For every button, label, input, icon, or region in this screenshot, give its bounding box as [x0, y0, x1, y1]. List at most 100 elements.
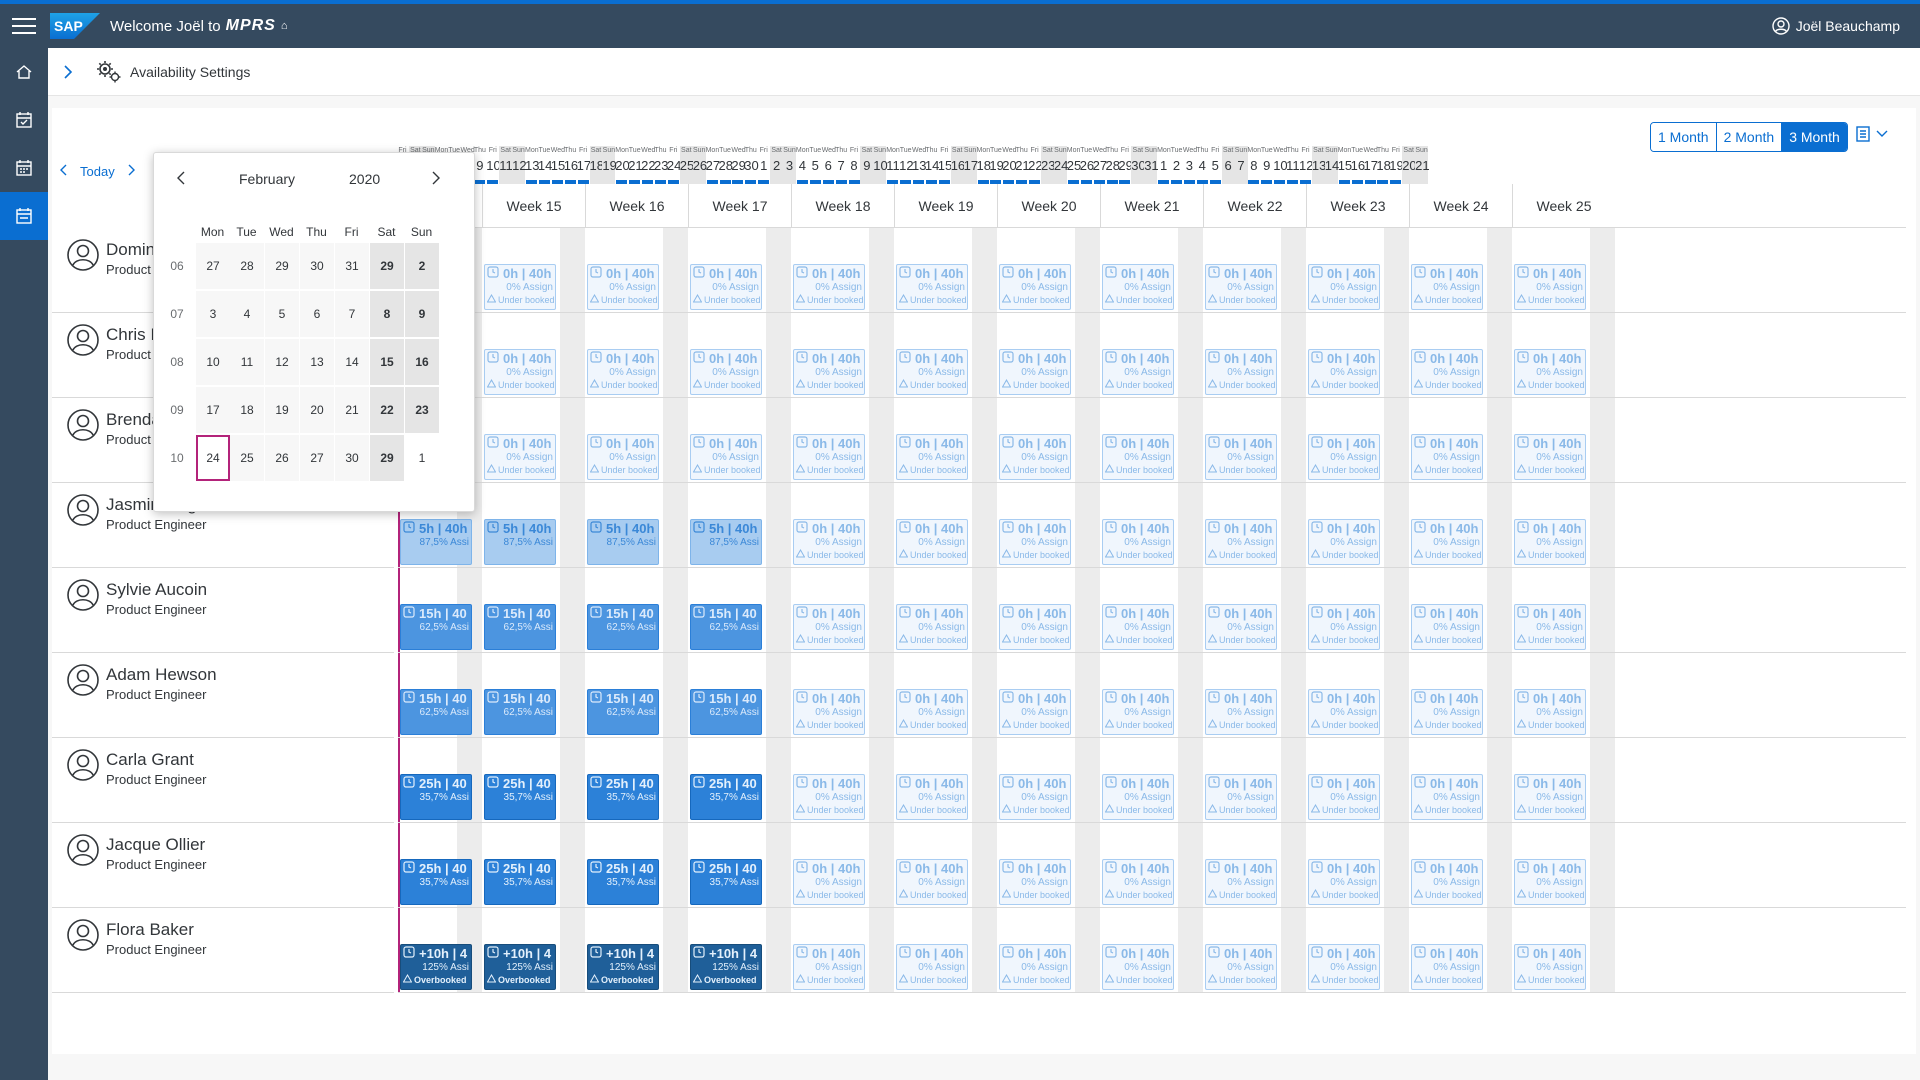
assignment-cell[interactable]: 0h | 40h 0% Assign Under booked [1102, 944, 1174, 990]
assignment-cell[interactable]: 0h | 40h 0% Assign Under booked [1308, 944, 1380, 990]
resource-row[interactable]: Flora Baker Product Engineer [52, 908, 394, 993]
next-month-icon[interactable] [431, 171, 441, 190]
assignment-cell[interactable]: 0h | 40h 0% Assign Under booked [896, 434, 968, 480]
assignment-cell[interactable]: 0h | 40h 0% Assign Under booked [793, 519, 865, 565]
assignment-cell[interactable]: 0h | 40h 0% Assign Under booked [999, 434, 1071, 480]
assignment-cell[interactable]: 0h | 40h 0% Assign Under booked [1205, 944, 1277, 990]
date-picker-day[interactable]: 1 [405, 435, 439, 481]
assignment-cell[interactable]: 0h | 40h 0% Assign Under booked [896, 774, 968, 820]
assignment-cell[interactable]: 0h | 40h 0% Assign Under booked [1205, 604, 1277, 650]
day-column[interactable]: Mon 20 [615, 146, 630, 184]
day-column[interactable]: Tue 19 [989, 146, 1004, 184]
date-picker-day[interactable]: 26 [265, 435, 299, 481]
assignment-cell[interactable]: 0h | 40h 0% Assign Under booked [999, 944, 1071, 990]
assignment-cell[interactable]: 15h | 40 62,5% Assi [587, 689, 659, 735]
assignment-cell[interactable]: 25h | 40 35,7% Assi [690, 859, 762, 905]
assignment-cell[interactable]: 0h | 40h 0% Assign Under booked [1102, 689, 1174, 735]
assignment-cell[interactable]: 0h | 40h 0% Assign Under booked [793, 434, 865, 480]
day-column[interactable]: Tue 21 [628, 146, 643, 184]
day-column[interactable]: Fri 12 [1299, 146, 1313, 184]
assignment-cell[interactable]: 0h | 40h 0% Assign Under booked [999, 689, 1071, 735]
date-picker-day[interactable]: 17 [196, 387, 230, 433]
assignment-cell[interactable]: 0h | 40h 0% Assign Under booked [690, 349, 762, 395]
assignment-cell[interactable]: 0h | 40h 0% Assign Under booked [1514, 519, 1586, 565]
assignment-cell[interactable]: 0h | 40h 0% Assign Under booked [1308, 689, 1380, 735]
assignment-cell[interactable]: 0h | 40h 0% Assign Under booked [896, 604, 968, 650]
assignment-cell[interactable]: 0h | 40h 0% Assign Under booked [1205, 519, 1277, 565]
assignment-cell[interactable]: 25h | 40 35,7% Assi [587, 859, 659, 905]
date-picker-day[interactable]: 21 [335, 387, 369, 433]
assignment-cell[interactable]: 0h | 40h 0% Assign Under booked [1205, 264, 1277, 310]
assignment-cell[interactable]: 0h | 40h 0% Assign Under booked [1102, 434, 1174, 480]
assignment-cell[interactable]: 0h | 40h 0% Assign Under booked [999, 519, 1071, 565]
assignment-cell[interactable]: 0h | 40h 0% Assign Under booked [1308, 349, 1380, 395]
assignment-cell[interactable]: 0h | 40h 0% Assign Under booked [793, 859, 865, 905]
day-column[interactable]: Sun 21 [1415, 146, 1430, 184]
assignment-cell[interactable]: 0h | 40h 0% Assign Under booked [896, 264, 968, 310]
assignment-cell[interactable]: +10h | 4 125% Assi Overbooked [690, 944, 762, 990]
day-column[interactable]: Sat 16 [950, 146, 965, 184]
assignment-cell[interactable]: 15h | 40 62,5% Assi [484, 604, 556, 650]
assignment-cell[interactable]: 25h | 40 35,7% Assi [484, 774, 556, 820]
assignment-cell[interactable]: 0h | 40h 0% Assign Under booked [1205, 859, 1277, 905]
assignment-cell[interactable]: 0h | 40h 0% Assign Under booked [793, 774, 865, 820]
day-column[interactable]: Sun 7 [1234, 146, 1248, 184]
day-column[interactable]: Sat 2 [770, 146, 784, 184]
assignment-cell[interactable]: 15h | 40 62,5% Assi [400, 689, 472, 735]
assignment-cell[interactable]: 0h | 40h 0% Assign Under booked [1411, 349, 1483, 395]
day-column[interactable]: Sat 30 [1131, 146, 1146, 184]
assignment-cell[interactable]: 25h | 40 35,7% Assi [400, 774, 472, 820]
day-column[interactable]: Sat 20 [1402, 146, 1417, 184]
assignment-cell[interactable]: 0h | 40h 0% Assign Under booked [1411, 519, 1483, 565]
assignment-cell[interactable]: 0h | 40h 0% Assign Under booked [1102, 774, 1174, 820]
day-column[interactable]: Fri 19 [1389, 146, 1404, 184]
day-column[interactable]: Mon 15 [1338, 146, 1352, 184]
assignment-cell[interactable]: 0h | 40h 0% Assign Under booked [1411, 859, 1483, 905]
day-column[interactable]: Thu 28 [1106, 146, 1120, 184]
assignment-cell[interactable]: 5h | 40h 87,5% Assi [690, 519, 762, 565]
day-column[interactable]: Mon 27 [706, 146, 720, 184]
date-picker-day[interactable]: 22 [370, 387, 404, 433]
date-picker-day[interactable]: 30 [335, 435, 369, 481]
day-column[interactable]: Wed 3 [1183, 146, 1197, 184]
assignment-cell[interactable]: 0h | 40h 0% Assign Under booked [1514, 944, 1586, 990]
assignment-cell[interactable]: 0h | 40h 0% Assign Under booked [999, 859, 1071, 905]
assignment-cell[interactable]: 0h | 40h 0% Assign Under booked [1205, 434, 1277, 480]
day-column[interactable]: Sat 6 [1221, 146, 1235, 184]
assignment-cell[interactable]: 0h | 40h 0% Assign Under booked [896, 689, 968, 735]
day-column[interactable]: Sun 14 [1324, 146, 1339, 184]
assignment-cell[interactable]: 0h | 40h 0% Assign Under booked [484, 349, 556, 395]
assignment-cell[interactable]: 0h | 40h 0% Assign Under booked [1308, 264, 1380, 310]
assignment-cell[interactable]: 0h | 40h 0% Assign Under booked [484, 264, 556, 310]
day-column[interactable]: Wed 22 [641, 146, 656, 184]
assignment-cell[interactable]: 5h | 40h 87,5% Assi [587, 519, 659, 565]
assignment-cell[interactable]: 0h | 40h 0% Assign Under booked [793, 944, 865, 990]
assignment-cell[interactable]: 5h | 40h 87,5% Assi [400, 519, 472, 565]
assignment-cell[interactable]: 0h | 40h 0% Assign Under booked [999, 774, 1071, 820]
day-column[interactable]: Sat 23 [1041, 146, 1055, 184]
day-column[interactable]: Sun 17 [963, 146, 978, 184]
date-picker-day[interactable]: 18 [230, 387, 264, 433]
day-column[interactable]: Tue 14 [538, 146, 552, 184]
day-column[interactable]: Tue 16 [1351, 146, 1365, 184]
assignment-cell[interactable]: 0h | 40h 0% Assign Under booked [1514, 264, 1586, 310]
day-column[interactable]: Thu 11 [1286, 146, 1300, 184]
assignment-cell[interactable]: 0h | 40h 0% Assign Under booked [793, 689, 865, 735]
day-column[interactable]: Tue 26 [1080, 146, 1094, 184]
today-button[interactable]: Today [80, 164, 115, 179]
resource-row[interactable]: Carla Grant Product Engineer [52, 738, 394, 823]
assignment-cell[interactable]: 25h | 40 35,7% Assi [400, 859, 472, 905]
assignment-cell[interactable]: 0h | 40h 0% Assign Under booked [1514, 774, 1586, 820]
day-column[interactable]: Fri 29 [1118, 146, 1133, 184]
date-picker-day[interactable]: 25 [230, 435, 264, 481]
assignment-cell[interactable]: 0h | 40h 0% Assign Under booked [1514, 859, 1586, 905]
assignment-cell[interactable]: 15h | 40 62,5% Assi [587, 604, 659, 650]
day-column[interactable]: Tue 28 [719, 146, 733, 184]
assignment-cell[interactable]: 15h | 40 62,5% Assi [690, 604, 762, 650]
date-picker-day[interactable]: 27 [196, 243, 230, 289]
assignment-cell[interactable]: 0h | 40h 0% Assign Under booked [1205, 689, 1277, 735]
day-column[interactable]: Wed 17 [1364, 146, 1378, 184]
date-picker-year[interactable]: 2020 [349, 171, 380, 187]
day-column[interactable]: Wed 20 [1002, 146, 1017, 184]
assignment-cell[interactable]: 0h | 40h 0% Assign Under booked [1102, 604, 1174, 650]
